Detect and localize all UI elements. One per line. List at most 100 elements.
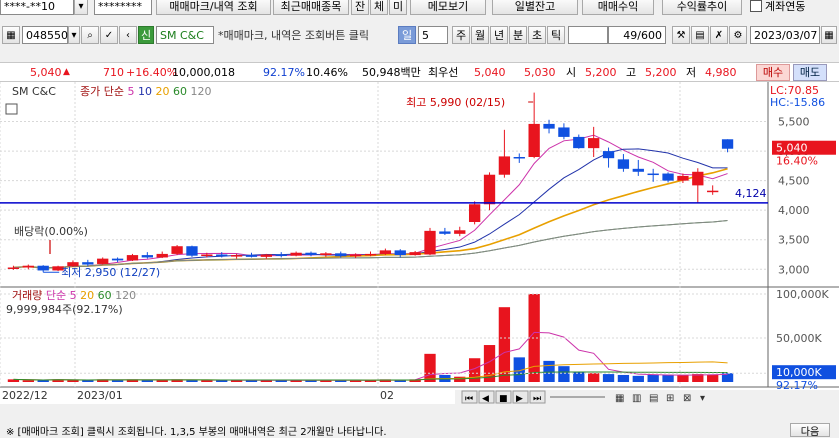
trade-volume: 10,000,018 [172, 65, 235, 79]
volume-bar [707, 374, 719, 382]
toolbar-icon[interactable]: ▾ [700, 393, 705, 404]
grid-icon[interactable]: ▦ [2, 26, 20, 44]
candle-body [707, 190, 719, 193]
high-price: 5,200 [645, 65, 677, 79]
candle-body [230, 255, 243, 257]
volume-legend-item: 단순 [46, 289, 70, 302]
prev-stock-icon[interactable]: ‹ [119, 26, 137, 44]
candle-body [617, 159, 630, 169]
account-field[interactable]: ****-**10 [0, 0, 74, 15]
candle-body [141, 255, 153, 258]
stock-code-field[interactable]: 048550 [22, 26, 68, 44]
settings-icon[interactable]: ⚙ [729, 26, 747, 44]
chart-tools-icon[interactable]: ⚒ [672, 26, 690, 44]
volume-bar [647, 374, 659, 382]
volume-bar [588, 373, 600, 382]
executed-tab[interactable]: 체 [370, 0, 388, 15]
account-link-checkbox[interactable] [750, 0, 762, 12]
toolbar-icon[interactable]: ▥ [632, 393, 641, 404]
interval-select[interactable] [568, 26, 608, 44]
volume-bar [186, 380, 198, 382]
toolbar-icon[interactable]: ⊞ [666, 393, 674, 404]
period-month-tab[interactable]: 월 [471, 26, 489, 44]
scroll-icon: ◀ [482, 394, 489, 404]
favorite-icon[interactable]: ✓ [100, 26, 118, 44]
turnover-rate: 10.46% [306, 65, 348, 79]
candle-body [7, 267, 20, 269]
candle-body [171, 246, 183, 254]
volume-bar [632, 375, 644, 382]
volume-legend-item: 거래량 [12, 289, 46, 302]
balance-tab[interactable]: 잔 [351, 0, 369, 15]
volume-ratio: 92.17% [263, 65, 305, 79]
volume-bar [573, 372, 585, 382]
candle-body [677, 175, 689, 181]
candle-body [721, 139, 734, 149]
toolbar-icon[interactable]: ⊠ [683, 393, 691, 404]
dividend-label: 배당락(0.00%) [14, 225, 88, 238]
calendar-icon[interactable]: ▦ [821, 26, 837, 44]
price-tag: 5,040 [776, 142, 808, 155]
chart-title: SM C&C [12, 85, 56, 98]
candle-body [290, 252, 302, 256]
x-tick-label: 02 [380, 389, 394, 402]
volume-legend-item: 60 [98, 289, 116, 302]
candle-body [379, 250, 392, 254]
sell-button[interactable]: 매도 [793, 63, 827, 81]
volume-axis-label: 100,000K [776, 288, 829, 301]
scroll-icon: ⏭ [533, 394, 541, 404]
buy-button[interactable]: 매수 [756, 63, 790, 81]
period-count-field[interactable]: 5 [418, 26, 448, 44]
candle-body [498, 156, 511, 175]
y-tick-label: 4,500 [778, 175, 810, 188]
price-chart[interactable]: 5,5005,0004,5004,0003,5003,0002022/12202… [0, 82, 839, 404]
candle-body [692, 171, 704, 186]
legend-item: 120 [191, 85, 212, 98]
date-field[interactable]: 2023/03/07 [750, 26, 820, 44]
scroll-icon: ▶ [516, 394, 523, 404]
hc-label: HC:-15.86 [770, 96, 825, 109]
legend-item: 5 [128, 85, 139, 98]
account-dropdown-button[interactable]: ▾ [74, 0, 88, 15]
period-year-tab[interactable]: 년 [490, 26, 508, 44]
code-dropdown-icon[interactable]: ▾ [68, 26, 80, 44]
period-minute-tab[interactable]: 분 [509, 26, 527, 44]
unexecuted-tab[interactable]: 미 [389, 0, 407, 15]
ma-legend: 종가 단순 5 10 20 60 120 [80, 85, 212, 98]
period-second-tab[interactable]: 초 [528, 26, 546, 44]
legend-item: 20 [156, 85, 174, 98]
x-tick-label: 2023/01 [77, 389, 123, 402]
trade-mark-button[interactable]: 매매마크/내역 조회 [156, 0, 271, 15]
legend-item: 10 [138, 85, 156, 98]
candle-body [275, 254, 287, 256]
daily-balance-button[interactable]: 일별잔고 [492, 0, 578, 15]
candle-body [558, 127, 570, 137]
quote-bar: 5,040 ▲ 710 +16.40% 10,000,018 92.17% 10… [0, 62, 839, 82]
memo-button[interactable]: 메모보기 [410, 0, 486, 15]
trade-amount: 50,948백만 [362, 66, 421, 79]
candle-body [528, 123, 540, 157]
volume-bar [424, 353, 436, 382]
period-week-tab[interactable]: 주 [452, 26, 470, 44]
period-day-tab[interactable]: 일 [398, 26, 416, 44]
stock-name-field[interactable]: SM C&C [156, 26, 214, 44]
profit-rate-button[interactable]: 수익률추이 [662, 0, 742, 15]
search-icon[interactable]: ⌕ [81, 26, 99, 44]
volume-bar [111, 380, 124, 382]
candle-body [573, 136, 585, 149]
data-count-field[interactable]: 49/600 [608, 26, 666, 44]
volume-bar [141, 380, 153, 382]
check-icon[interactable]: ✗ [710, 26, 728, 44]
password-field[interactable]: ******** [94, 0, 152, 15]
toolbar-icon[interactable]: ▦ [615, 393, 624, 404]
candle-body [543, 123, 555, 129]
toolbar-icon[interactable]: ▤ [649, 393, 658, 404]
period-tick-tab[interactable]: 틱 [547, 26, 565, 44]
trade-profit-button[interactable]: 매매수익 [582, 0, 654, 15]
candle-body [320, 253, 332, 256]
volume-bar [22, 380, 34, 382]
volume-bar [37, 380, 49, 382]
recent-stocks-button[interactable]: 최근매매종목 [273, 0, 349, 15]
grid-toggle-icon[interactable]: ▤ [691, 26, 709, 44]
candle-body [394, 250, 406, 256]
